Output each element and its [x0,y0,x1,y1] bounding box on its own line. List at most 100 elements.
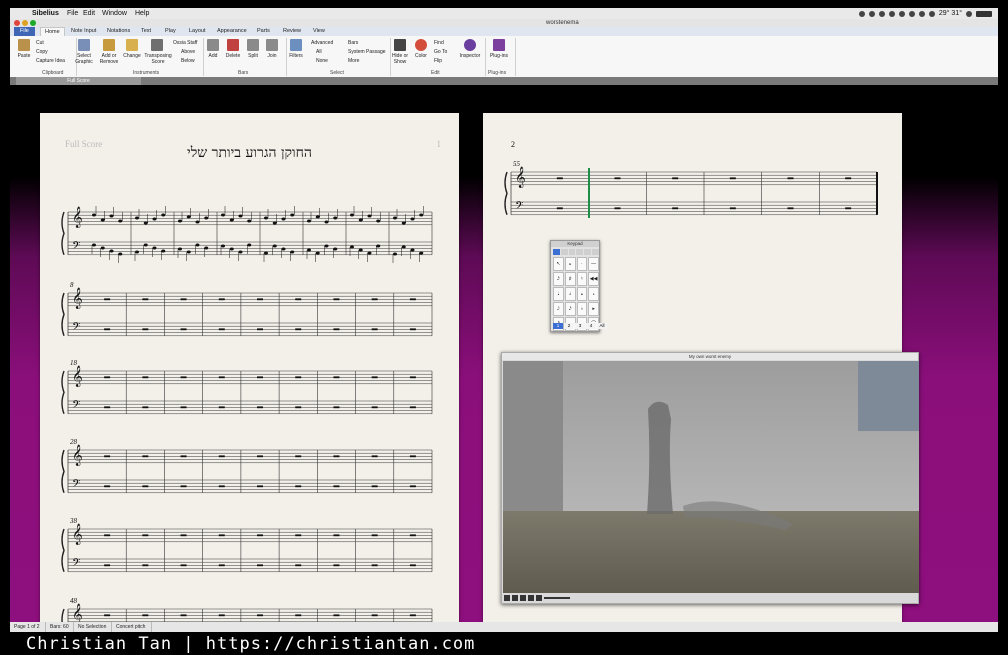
join-bar-button[interactable]: Join [262,53,282,59]
keypad-tab[interactable] [568,249,576,255]
change-instrument-button[interactable]: Change [121,53,143,59]
tab-home[interactable]: Home [40,27,65,36]
keypad-key[interactable]: 𝅘𝅥 [553,287,564,301]
menu-help[interactable]: Help [135,8,149,19]
flip-button[interactable]: Flip [434,58,458,64]
split-bar-button[interactable]: Split [243,53,263,59]
rewind-icon[interactable] [504,594,510,601]
keypad-tab[interactable] [553,249,560,255]
status-icon[interactable] [918,10,925,17]
stop-icon[interactable] [528,594,534,601]
status-icon[interactable] [878,10,885,17]
keypad-layout-all[interactable]: All [597,323,607,329]
volume-slider[interactable] [544,596,570,599]
keypad-key[interactable]: 𝅝 [576,287,588,301]
keypad-key[interactable]: 𝅗 [588,287,599,301]
tab-appearance[interactable]: Appearance [217,27,247,36]
tab-layout[interactable]: Layout [189,27,206,36]
plugins-button[interactable]: Plug-ins [487,53,511,59]
keypad-key[interactable]: ▸ [588,302,599,316]
keypad-key[interactable]: ◀◀ [588,272,599,286]
keypad-key[interactable]: ♮ [576,272,588,286]
ossia-below-button[interactable]: Below [181,58,205,64]
cut-button[interactable]: Cut [36,40,66,46]
keypad-key[interactable]: ♯ [564,272,576,286]
copy-button[interactable]: Copy [36,49,66,55]
menu-edit[interactable]: Edit [83,8,95,19]
keypad-panel[interactable]: Keypad ↖𝄪·—𝅘𝅥𝅯♯♮◀◀𝅘𝅥𝅗𝅥𝅝𝅗𝅘𝅥𝅮𝅘𝅥𝅯♭▸𝅘𝅥𝅰·⌒ 1 … [550,240,607,332]
keypad-tab[interactable] [560,249,568,255]
keypad-key[interactable]: 𝅗𝅥 [564,287,576,301]
keypad-key[interactable]: 𝄪 [564,257,576,271]
zoom-icon[interactable] [30,20,36,26]
video-frame[interactable] [503,361,919,593]
keypad-layout-2[interactable]: 2 [564,323,574,329]
menu-window[interactable]: Window [102,8,127,19]
select-bars-button[interactable]: Bars [348,40,368,46]
tab-play[interactable]: Play [165,27,176,36]
battery-icon[interactable] [976,10,992,17]
tab-parts[interactable]: Parts [257,27,270,36]
volume-icon[interactable] [908,10,915,17]
score-page-1[interactable]: Full Score 1 החוקן הגרוע ביותר שלי 𝄞 𝄢 𝄞 𝄢 8… [40,113,459,632]
ossia-staff-button[interactable]: Ossia Staff [173,40,203,46]
status-icon[interactable] [858,10,865,17]
keypad-key[interactable]: ↖ [553,257,564,271]
keypad-tab[interactable] [576,249,584,255]
keypad-key[interactable]: 𝅘𝅥𝅮 [553,302,564,316]
video-window[interactable]: My own worst enemy [501,352,919,604]
status-icon[interactable] [868,10,875,17]
minimize-icon[interactable] [22,20,28,26]
keypad-tab[interactable] [592,249,599,255]
paste-button[interactable]: Paste [14,53,34,59]
keypad-key[interactable]: · [576,257,588,271]
add-remove-button[interactable]: Add or Remove [98,53,120,65]
note-head [118,252,123,256]
temperature-readout[interactable]: 29° 31° [939,8,962,19]
add-bar-button[interactable]: Add [203,53,223,59]
fullscreen-icon[interactable] [536,594,542,601]
select-system-passage-button[interactable]: System Passage [348,49,388,55]
user-icon[interactable] [966,10,972,17]
select-all-button[interactable]: All [316,49,336,55]
keypad-key[interactable]: 𝅘𝅥𝅯 [564,302,576,316]
tab-text[interactable]: Text [141,27,151,36]
filters-button[interactable]: Filters [286,53,306,59]
hide-show-button[interactable]: Hide or Show [389,53,411,65]
keypad-layout-4[interactable]: 4 [586,323,596,329]
capture-idea-button[interactable]: Capture Idea [36,58,76,64]
transposing-score-button[interactable]: Transposing Score [143,53,173,65]
keypad-key[interactable]: — [588,257,599,271]
menu-file[interactable]: File [67,8,78,19]
close-icon[interactable] [14,20,20,26]
keypad-layout-3[interactable]: 3 [575,323,585,329]
keypad-layout-1[interactable]: 1 [553,323,563,329]
color-button[interactable]: Color [411,53,431,59]
select-advanced-button[interactable]: Advanced [311,40,343,46]
find-button[interactable]: Find [434,40,458,46]
status-icon[interactable] [928,10,935,17]
tab-full-score[interactable]: Full Score [16,77,141,85]
delete-bar-button[interactable]: Delete [223,53,243,59]
ossia-above-button[interactable]: Above [181,49,205,55]
goto-button[interactable]: Go To [434,49,458,55]
tab-review[interactable]: Review [283,27,301,36]
score-canvas[interactable]: Full Score 1 החוקן הגרוע ביותר שלי 𝄞 𝄢 𝄞 𝄢 8… [10,85,998,632]
tab-file[interactable]: File [14,27,35,36]
tab-note-input[interactable]: Note Input [71,27,96,36]
play-icon[interactable] [512,594,518,601]
inspector-button[interactable]: Inspector [457,53,483,59]
wifi-icon[interactable] [888,10,895,17]
select-more-button[interactable]: More [348,58,368,64]
keypad-key[interactable]: 𝅘𝅥𝅯 [553,272,564,286]
select-graphic-button[interactable]: Select Graphic [73,53,95,65]
select-none-button[interactable]: None [316,58,336,64]
keypad-tab[interactable] [584,249,592,255]
menu-app-name[interactable]: Sibelius [32,8,59,19]
tab-notations[interactable]: Notations [107,27,130,36]
pause-icon[interactable] [520,594,526,601]
keypad-key[interactable]: ♭ [576,302,588,316]
tab-view[interactable]: View [313,27,325,36]
bluetooth-icon[interactable] [898,10,905,17]
score-systems-page-1[interactable]: 𝄞𝄢𝄞𝄢8𝄞𝄢18𝄞𝄢28𝄞𝄢38𝄞𝄢48 [40,113,459,632]
